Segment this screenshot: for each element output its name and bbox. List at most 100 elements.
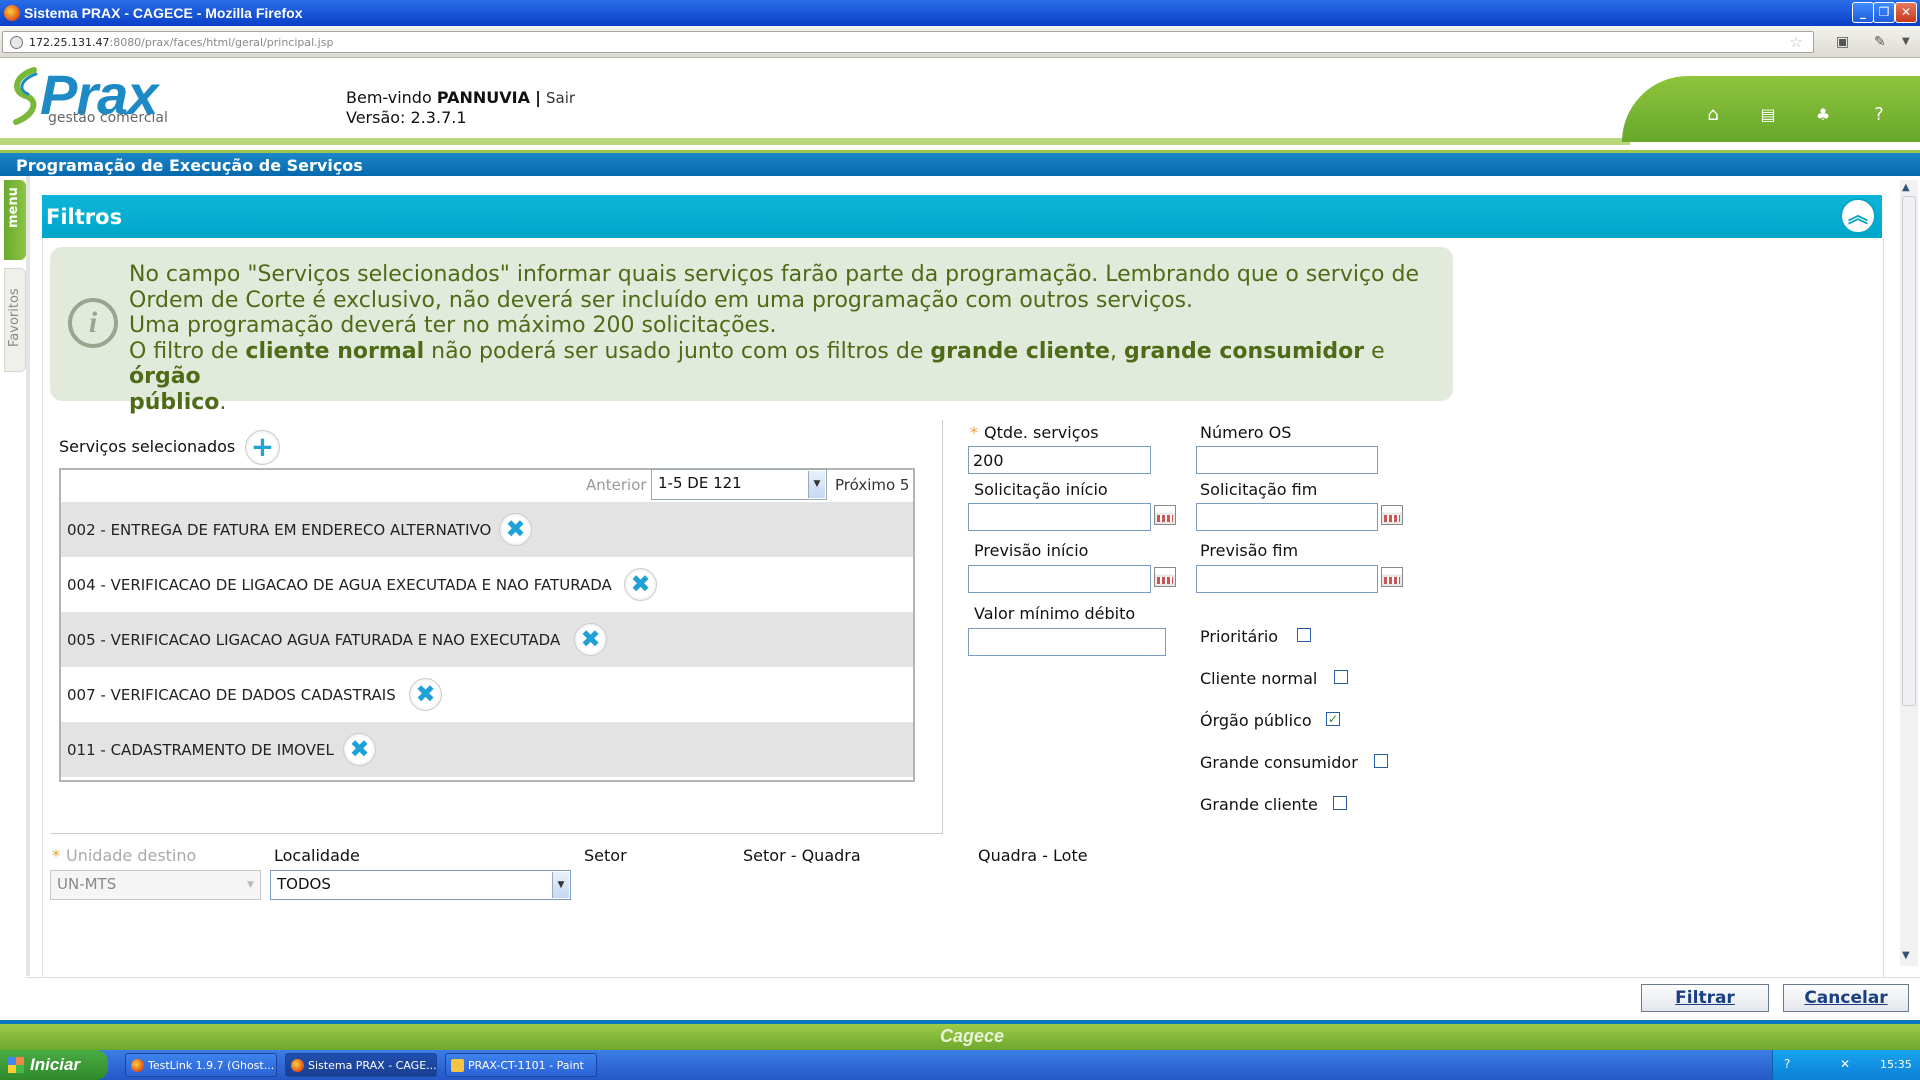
help-tray-icon[interactable]: ?	[1784, 1057, 1790, 1071]
remove-servico-button[interactable]: ✖	[624, 568, 657, 601]
cliente-normal-checkbox[interactable]	[1334, 670, 1348, 684]
info-text: No campo "Serviços selecionados" informa…	[129, 262, 1429, 415]
minimize-button[interactable]: _	[1852, 2, 1874, 23]
side-menu-tab[interactable]: menu	[4, 180, 26, 260]
side-favorites-label: Favoritos	[7, 288, 22, 347]
info-line: Uma programação deverá ter no máximo 200…	[129, 313, 777, 338]
left-border	[26, 176, 30, 976]
qtde-servicos-label: * Qtde. serviços	[970, 423, 1099, 442]
localidade-select[interactable]: TODOS ▼	[270, 870, 571, 900]
close-window-button[interactable]: ✕	[1895, 2, 1917, 23]
pager-next[interactable]: Próximo 5	[835, 476, 909, 494]
help-icon[interactable]: ?	[1864, 100, 1894, 130]
grande-cliente-label: Grande cliente	[1200, 795, 1318, 814]
add-servico-button[interactable]: +	[245, 430, 280, 465]
site-identity-icon[interactable]	[10, 36, 23, 49]
url-field[interactable]: 172.25.131.47:8080/prax/faces/html/geral…	[2, 31, 1814, 53]
collapse-chevron-icon[interactable]: ︽	[1840, 198, 1876, 234]
info-text-fragment: O filtro de	[129, 338, 246, 364]
address-bar: 172.25.131.47:8080/prax/faces/html/geral…	[0, 26, 1920, 58]
window-title: Sistema PRAX - CAGECE - Mozilla Firefox	[24, 5, 303, 21]
unidade-destino-value: UN-MTS	[57, 875, 117, 893]
servico-row: 004 - VERIFICACAO DE LIGACAO DE AGUA EXE…	[61, 557, 913, 612]
unidade-destino-label: * Unidade destino	[52, 846, 196, 865]
setor-quadra-label: Setor - Quadra	[743, 846, 861, 865]
cagece-logo: Cagece	[940, 1026, 1005, 1046]
qtde-servicos-input[interactable]	[968, 446, 1151, 474]
sitemap-icon[interactable]: ♣	[1808, 100, 1838, 130]
page-title: Programação de Execução de Serviços	[16, 156, 363, 175]
task-paint[interactable]: PRAX-CT-1101 - Paint	[445, 1053, 597, 1077]
bookmark-star-icon[interactable]: ☆	[1790, 33, 1803, 51]
print-icon[interactable]: ▤	[1753, 100, 1783, 130]
info-text-bold: grande consumidor	[1123, 338, 1365, 364]
info-text-fragment: e	[1364, 338, 1385, 364]
grande-consumidor-checkbox[interactable]	[1374, 754, 1388, 768]
scroll-up-icon[interactable]: ▲	[1902, 182, 1910, 193]
previsao-inicio-input[interactable]	[968, 565, 1151, 593]
info-line: público.	[129, 390, 1429, 416]
remove-servico-button[interactable]: ✖	[343, 733, 376, 766]
filtros-header	[42, 195, 1882, 238]
url-host: 172.25.131.47	[29, 36, 110, 49]
numero-os-input[interactable]	[1196, 446, 1378, 474]
menu-chevron-icon[interactable]: ▼	[1902, 36, 1910, 47]
solicitacao-fim-input[interactable]	[1196, 503, 1378, 531]
servico-row: 007 - VERIFICACAO DE DADOS CADASTRAIS ✖	[61, 667, 913, 722]
info-text-fragment: ,	[1109, 338, 1124, 364]
remove-servico-button[interactable]: ✖	[574, 623, 607, 656]
unidade-destino-select: UN-MTS ▼	[50, 870, 261, 900]
pager-previous[interactable]: Anterior	[586, 476, 647, 494]
chevron-down-icon[interactable]: ▼	[552, 872, 569, 898]
servicos-label: Serviços selecionados	[59, 437, 236, 456]
restore-button[interactable]: ❐	[1873, 2, 1895, 23]
previsao-inicio-label: Previsão início	[974, 541, 1089, 560]
prioritario-label: Prioritário	[1200, 627, 1279, 646]
logout-link[interactable]: Sair	[546, 89, 575, 107]
scroll-down-icon[interactable]: ▼	[1902, 950, 1910, 961]
info-text-bold: órgão	[129, 364, 201, 389]
side-favorites-tab[interactable]: Favoritos	[4, 268, 26, 372]
servico-row: 002 - ENTREGA DE FATURA EM ENDERECO ALTE…	[61, 502, 913, 557]
grande-cliente-checkbox[interactable]	[1333, 796, 1347, 810]
welcome-message: Bem-vindo PANNUVIA | Sair	[346, 88, 575, 107]
solicitacao-fim-label: Solicitação fim	[1200, 480, 1318, 499]
remove-servico-button[interactable]: ✖	[409, 678, 442, 711]
orgao-publico-checkbox[interactable]: ✓	[1326, 712, 1340, 726]
filtrar-button[interactable]: Filtrar	[1641, 984, 1769, 1012]
quadra-lote-label: Quadra - Lote	[978, 846, 1088, 865]
prioritario-checkbox[interactable]	[1297, 628, 1311, 642]
task-label: PRAX-CT-1101 - Paint	[468, 1059, 584, 1072]
tools-icon[interactable]: ✎	[1874, 34, 1886, 50]
localidade-label: Localidade	[274, 846, 360, 865]
calendar-icon[interactable]	[1154, 567, 1176, 587]
calendar-icon[interactable]	[1381, 567, 1403, 587]
valor-minimo-debito-label: Valor mínimo débito	[974, 604, 1136, 623]
scrollbar-thumb[interactable]	[1902, 196, 1916, 706]
task-testlink[interactable]: TestLink 1.9.7 (Ghost...	[125, 1053, 277, 1077]
info-line: No campo "Serviços selecionados" informa…	[129, 262, 1420, 287]
previsao-fim-input[interactable]	[1196, 565, 1378, 593]
calendar-icon[interactable]	[1154, 505, 1176, 525]
paint-icon	[451, 1059, 464, 1072]
pager-select[interactable]: 1-5 DE 121 ▼	[651, 469, 827, 500]
solicitacao-inicio-input[interactable]	[968, 503, 1151, 531]
qtde-servicos-label-text: Qtde. serviços	[984, 423, 1099, 442]
addon-icon[interactable]: ▣	[1836, 34, 1849, 50]
servico-label: 002 - ENTREGA DE FATURA EM ENDERECO ALTE…	[67, 521, 492, 539]
info-text-bold: público	[129, 389, 220, 415]
filtros-title: Filtros	[46, 205, 123, 229]
username: PANNUVIA	[436, 88, 530, 107]
chevron-down-icon: ▼	[247, 880, 254, 890]
cancelar-button[interactable]: Cancelar	[1783, 984, 1909, 1012]
home-icon[interactable]: ⌂	[1698, 100, 1728, 130]
footer-divider	[26, 977, 1920, 978]
valor-minimo-debito-input[interactable]	[968, 628, 1166, 656]
task-prax[interactable]: Sistema PRAX - CAGE...	[285, 1053, 437, 1077]
calendar-icon[interactable]	[1381, 505, 1403, 525]
chevron-down-icon[interactable]: ▼	[808, 471, 825, 498]
start-button[interactable]: Iniciar	[0, 1050, 108, 1080]
remove-servico-button[interactable]: ✖	[499, 513, 532, 546]
previsao-fim-label: Previsão fim	[1200, 541, 1299, 560]
network-tray-icon[interactable]: ✕	[1840, 1057, 1850, 1071]
